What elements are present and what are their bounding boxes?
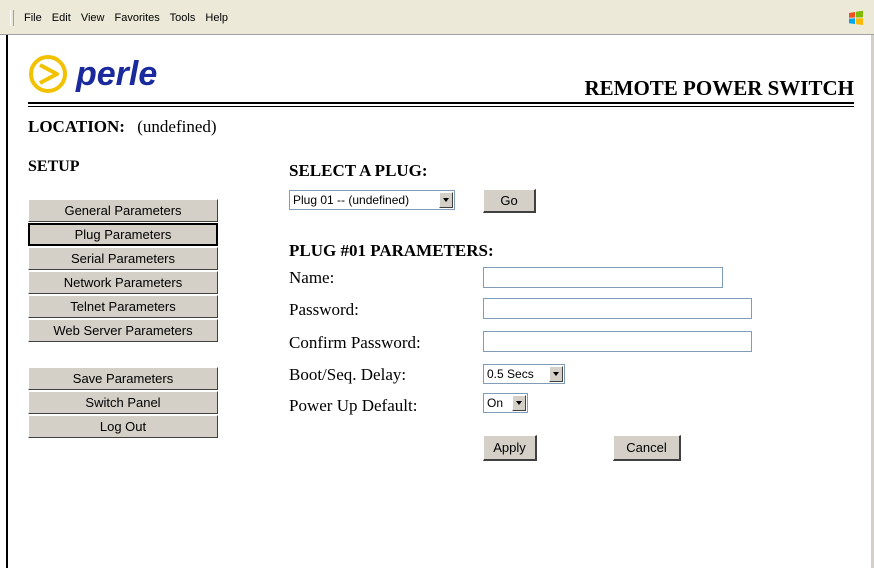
confirm-password-label: Confirm Password: xyxy=(289,333,421,352)
select-plug-heading: SELECT A PLUG: xyxy=(289,161,428,180)
menu-bar: File Edit View Favorites Tools Help xyxy=(0,0,874,35)
location-line: LOCATION: (undefined) xyxy=(28,117,217,137)
password-field[interactable] xyxy=(483,298,752,319)
windows-logo-icon xyxy=(849,10,863,25)
chevron-down-icon[interactable] xyxy=(512,395,526,411)
save-parameters-button[interactable]: Save Parameters xyxy=(28,367,218,390)
plug-select[interactable]: Plug 01 -- (undefined) xyxy=(289,190,455,210)
cancel-button[interactable]: Cancel xyxy=(613,435,681,461)
chevron-down-icon[interactable] xyxy=(439,192,453,208)
confirm-password-field[interactable] xyxy=(483,331,752,352)
toolbar-grip[interactable] xyxy=(10,10,14,26)
plug-parameters-button[interactable]: Plug Parameters xyxy=(28,223,218,246)
plug-select-value: Plug 01 -- (undefined) xyxy=(293,193,410,207)
serial-parameters-button[interactable]: Serial Parameters xyxy=(28,247,218,270)
general-parameters-button[interactable]: General Parameters xyxy=(28,199,218,222)
log-out-button[interactable]: Log Out xyxy=(28,415,218,438)
chevron-down-icon[interactable] xyxy=(549,366,563,382)
logo-wordmark: perle xyxy=(75,55,157,93)
password-label: Password: xyxy=(289,300,359,319)
web-server-parameters-button[interactable]: Web Server Parameters xyxy=(28,319,218,342)
location-label: LOCATION: xyxy=(28,117,125,136)
menu-view[interactable]: View xyxy=(81,12,105,24)
power-up-default-label: Power Up Default: xyxy=(289,396,418,415)
setup-heading: SETUP xyxy=(28,158,80,175)
header-rule-thin xyxy=(28,106,854,107)
power-up-default-select[interactable]: On xyxy=(483,393,528,413)
menu-edit[interactable]: Edit xyxy=(52,12,71,24)
product-title: REMOTE POWER SWITCH xyxy=(584,76,854,100)
window-frame-left xyxy=(0,35,8,568)
boot-delay-select[interactable]: 0.5 Secs xyxy=(483,364,565,384)
telnet-parameters-button[interactable]: Telnet Parameters xyxy=(28,295,218,318)
menu-tools[interactable]: Tools xyxy=(170,12,196,24)
name-label: Name: xyxy=(289,268,335,287)
menu-file[interactable]: File xyxy=(24,12,42,24)
menu-favorites[interactable]: Favorites xyxy=(115,12,160,24)
plug-parameters-heading: PLUG #01 PARAMETERS: xyxy=(289,241,494,260)
boot-delay-value: 0.5 Secs xyxy=(487,367,534,381)
apply-button[interactable]: Apply xyxy=(483,435,537,461)
switch-panel-button[interactable]: Switch Panel xyxy=(28,391,218,414)
menu-help[interactable]: Help xyxy=(205,12,228,24)
perle-logo: perle xyxy=(28,52,208,96)
go-button[interactable]: Go xyxy=(483,189,536,213)
location-value: (undefined) xyxy=(137,117,217,136)
power-up-default-value: On xyxy=(487,396,504,410)
header-rule xyxy=(28,102,854,104)
menu-items: File Edit View Favorites Tools Help xyxy=(24,12,235,24)
boot-delay-label: Boot/Seq. Delay: xyxy=(289,365,407,384)
perle-logo-mark-icon: perle xyxy=(29,55,157,93)
network-parameters-button[interactable]: Network Parameters xyxy=(28,271,218,294)
name-field[interactable] xyxy=(483,267,723,288)
